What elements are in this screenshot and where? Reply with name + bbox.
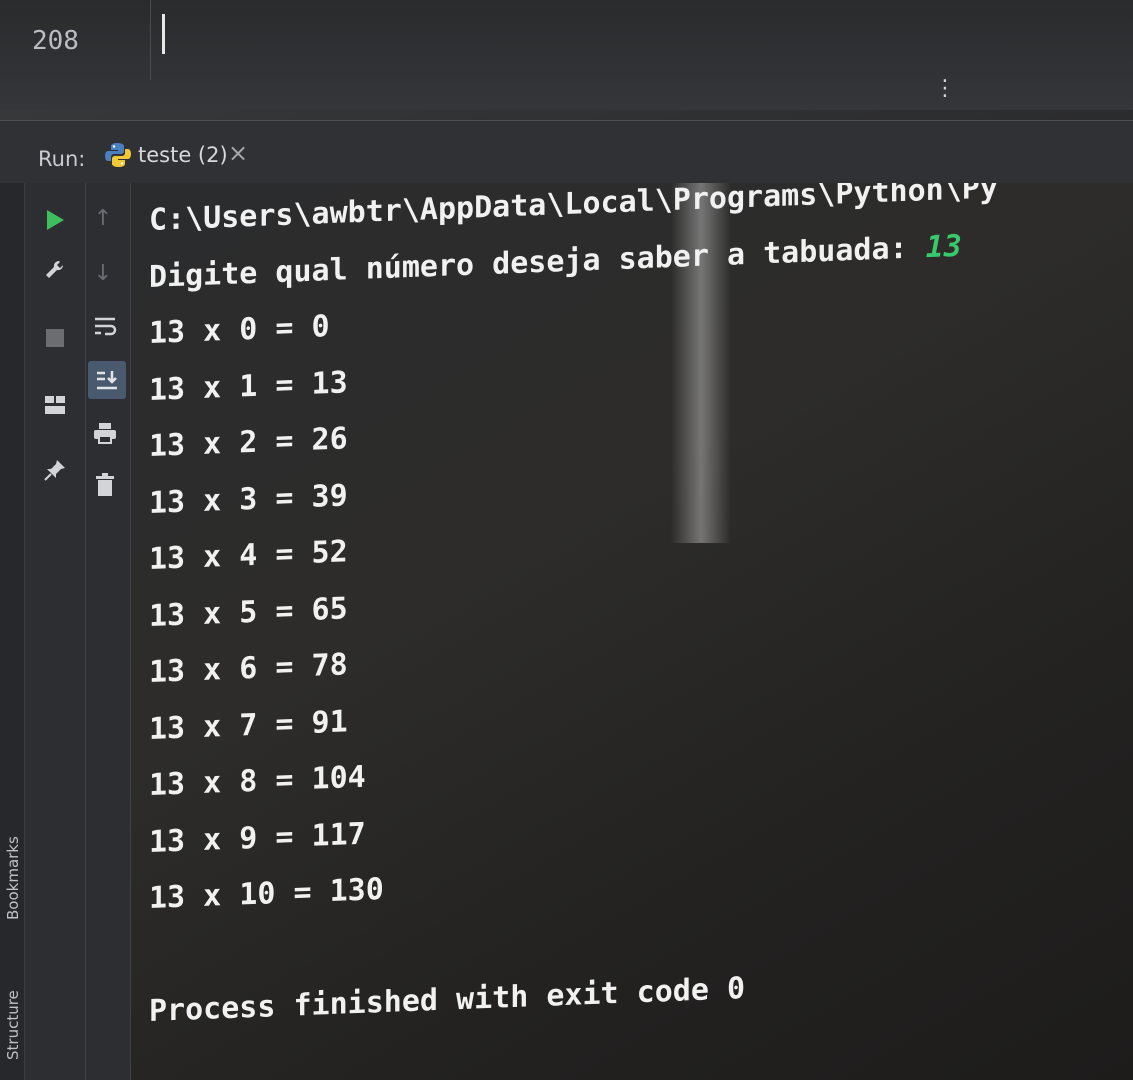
scroll-to-end-icon[interactable] [88,361,126,399]
pin-icon[interactable] [40,455,70,485]
bookmarks-panel-button[interactable]: Bookmarks [4,836,22,920]
run-tab[interactable]: teste (2) × [90,133,262,187]
close-icon[interactable]: × [228,139,248,167]
print-icon[interactable] [90,418,120,448]
run-icon[interactable] [40,205,70,235]
wrench-icon[interactable] [40,255,70,285]
console-output[interactable]: C:\Users\awbtr\AppData\Local\Programs\Py… [131,183,1133,1080]
text-caret [162,14,165,54]
console-text: C:\Users\awbtr\AppData\Local\Programs\Py… [149,183,998,1041]
run-toolbar-primary [25,183,86,1080]
python-icon [105,143,131,167]
code-editor[interactable]: 208 ⋮ [0,0,1133,110]
side-tool-stripe [0,183,25,1080]
arrow-down-icon[interactable]: ↓ [88,258,118,288]
line-number: 208 [32,26,79,56]
tab-label: teste (2) [138,143,228,167]
run-toolbar-secondary: ↑ ↓ [86,183,131,1080]
trash-icon[interactable] [90,470,120,500]
run-tool-window-header: Run: teste (2) × [0,120,1133,187]
editor-gutter: 208 [0,0,151,80]
structure-panel-button[interactable]: Structure [4,990,22,1060]
more-options-icon[interactable]: ⋮ [934,78,956,100]
arrow-up-icon[interactable]: ↑ [88,203,118,233]
layout-icon[interactable] [40,390,70,420]
run-label: Run: [38,147,86,171]
stop-icon[interactable] [40,323,70,353]
soft-wrap-icon[interactable] [90,311,120,341]
ide-window: 208 ⋮ Run: teste (2) × Bookmarks Structu… [0,0,1133,1080]
user-input-value: 13 [925,228,962,265]
